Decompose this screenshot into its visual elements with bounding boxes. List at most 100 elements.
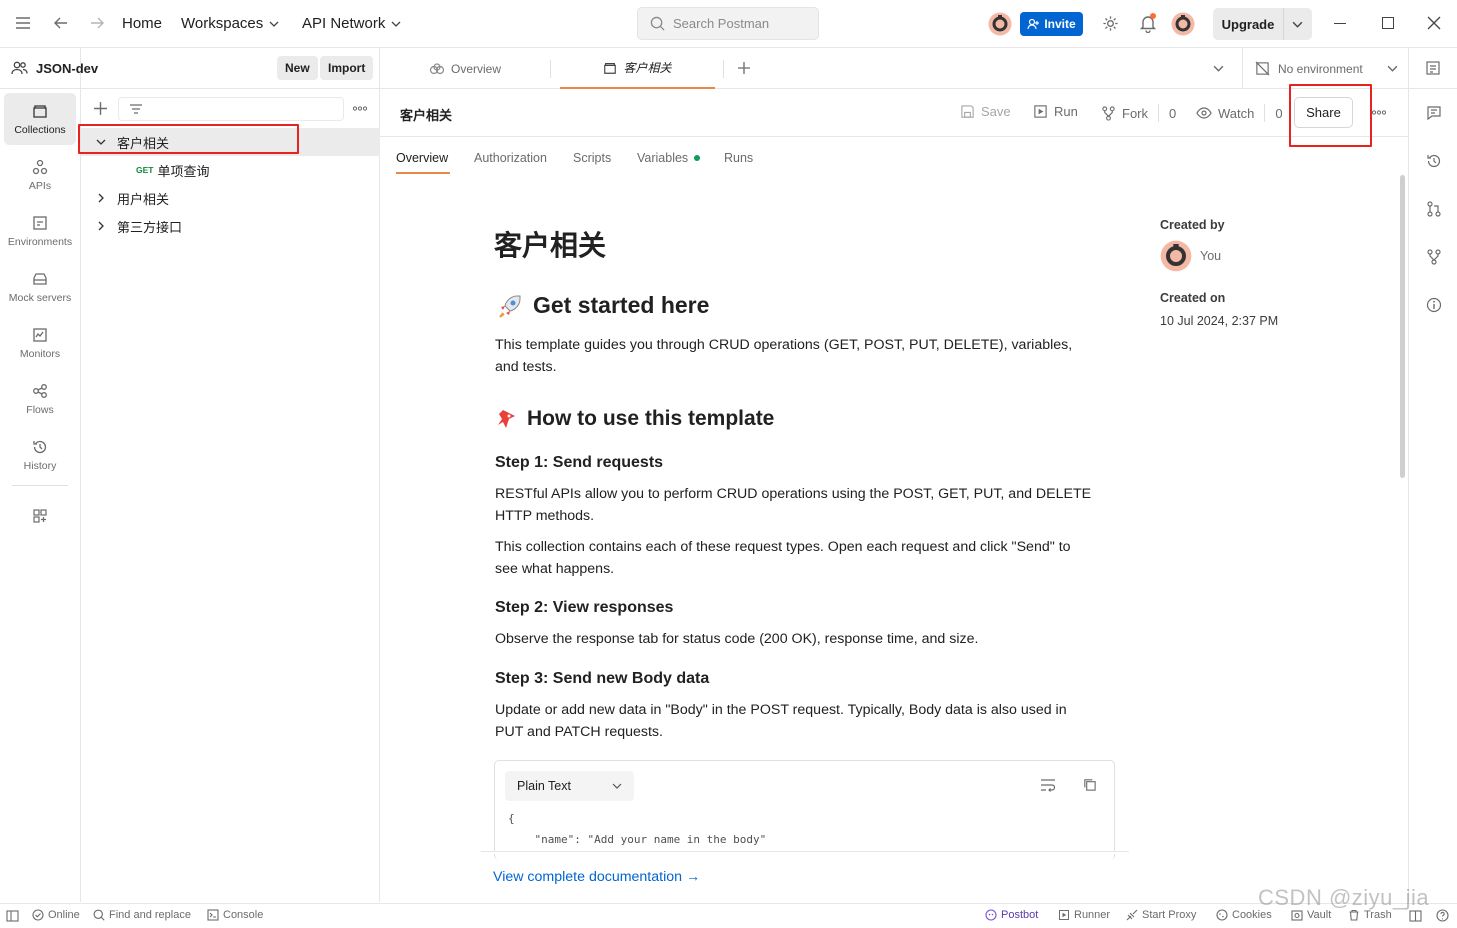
fork-button[interactable]: Fork 0: [1101, 104, 1176, 122]
notifications-bell-icon[interactable]: [1139, 13, 1157, 33]
chevron-down-icon[interactable]: [1292, 19, 1303, 30]
code-language-select[interactable]: Plain Text: [505, 771, 634, 801]
watermark: CSDN @ziyu_jia: [1258, 885, 1430, 910]
environments-icon: [33, 215, 47, 230]
filter-input[interactable]: [118, 97, 344, 121]
created-by-name: You: [1200, 249, 1222, 263]
rail-item-mock-servers[interactable]: Mock servers: [4, 261, 76, 313]
workspaces-menu[interactable]: Workspaces: [181, 15, 279, 32]
start-proxy-button[interactable]: Start Proxy: [1126, 909, 1196, 921]
watch-button[interactable]: Watch 0: [1196, 104, 1283, 122]
rail-label: Flows: [26, 403, 54, 416]
postbot-button[interactable]: Postbot: [985, 909, 1038, 921]
tab-divider: [550, 60, 551, 78]
environment-quick-look-icon[interactable]: [1425, 60, 1441, 76]
collection-icon: [604, 62, 617, 74]
rail-item-monitors[interactable]: Monitors: [4, 317, 76, 369]
subtab-scripts[interactable]: Scripts: [573, 151, 611, 165]
collection-meta: Created by You Created on 10 Jul 2024, 2…: [1160, 218, 1390, 328]
cookie-icon: [1216, 909, 1228, 921]
subtab-overview[interactable]: Overview: [396, 151, 448, 165]
close-icon[interactable]: [1427, 16, 1441, 30]
environment-select[interactable]: No environment: [1255, 48, 1398, 89]
more-actions-icon[interactable]: [1372, 110, 1386, 115]
subtab-authorization[interactable]: Authorization: [474, 151, 547, 165]
forward-arrow-icon[interactable]: [89, 15, 105, 31]
rail-item-collections[interactable]: Collections: [4, 93, 76, 145]
maximize-icon[interactable]: [1382, 17, 1394, 29]
search-input[interactable]: Search Postman: [637, 7, 819, 40]
view-documentation-link[interactable]: View complete documentation →: [493, 869, 700, 885]
step1-heading: Step 1: Send requests: [495, 454, 664, 471]
minimize-icon[interactable]: [1334, 23, 1346, 24]
rail-divider: [12, 485, 68, 486]
online-label: Online: [48, 909, 80, 921]
get-started-heading: Get started here: [497, 292, 709, 319]
user-avatar[interactable]: [1171, 12, 1195, 36]
tab-collection[interactable]: 客户相关: [560, 48, 715, 89]
save-button[interactable]: Save: [960, 104, 1011, 119]
variables-status-dot: [694, 155, 701, 161]
tab-label: Overview: [450, 61, 501, 76]
step3-paragraph-line2: PUT and PATCH requests.: [495, 724, 663, 740]
collection-header: 客户相关 Save Run Fork 0 Watch 0: [380, 89, 1408, 137]
tree-item-request[interactable]: GET 单项查询: [81, 156, 380, 184]
doc-title: 客户相关: [494, 230, 607, 261]
run-button[interactable]: Run: [1033, 104, 1078, 119]
run-icon: [1034, 105, 1047, 118]
invite-button[interactable]: Invite: [1020, 12, 1083, 36]
forks-icon[interactable]: [1426, 249, 1442, 265]
team-avatar[interactable]: [988, 12, 1012, 36]
save-label: Save: [981, 104, 1011, 119]
tree-item-folder[interactable]: 第三方接口: [81, 212, 380, 240]
search-icon: [93, 909, 105, 921]
rocket-icon: [499, 295, 521, 318]
back-arrow-icon[interactable]: [53, 15, 69, 31]
layout-toggle-icon[interactable]: [1409, 910, 1422, 922]
tree-item-folder[interactable]: 用户相关: [81, 184, 380, 212]
proxy-icon: [1126, 909, 1138, 921]
subtab-variables[interactable]: Variables: [637, 151, 701, 165]
rail-item-apis[interactable]: APIs: [4, 149, 76, 201]
menu-icon[interactable]: [15, 16, 31, 30]
find-replace-button[interactable]: Find and replace: [93, 909, 191, 921]
settings-gear-icon[interactable]: [1102, 15, 1119, 32]
configure-sidebar-icon[interactable]: [32, 508, 48, 524]
runner-label: Runner: [1074, 909, 1111, 921]
check-circle-icon: [32, 909, 44, 921]
fork-label: Fork: [1122, 105, 1148, 121]
rail-item-flows[interactable]: Flows: [4, 373, 76, 425]
pull-requests-icon[interactable]: [1426, 201, 1442, 217]
online-status[interactable]: Online: [32, 909, 80, 921]
left-rail: Collections APIs Environments Mock serve…: [0, 48, 81, 902]
step3-heading: Step 3: Send new Body data: [495, 670, 710, 687]
copy-icon[interactable]: [1082, 777, 1097, 792]
code-block: Plain Text { "name": "Add your name in t…: [494, 760, 1115, 860]
rail-item-history[interactable]: History: [4, 429, 76, 481]
tab-overview[interactable]: Overview: [380, 48, 550, 89]
rail-item-environments[interactable]: Environments: [4, 205, 76, 257]
documentation-icon[interactable]: [1426, 105, 1442, 121]
step2-heading: Step 2: View responses: [495, 599, 674, 616]
add-collection-icon[interactable]: [93, 101, 108, 116]
add-user-icon: [1027, 18, 1040, 30]
more-options-icon[interactable]: [353, 106, 367, 111]
content-scrollbar[interactable]: [1400, 175, 1405, 478]
subtab-runs[interactable]: Runs: [724, 151, 753, 165]
upgrade-button[interactable]: Upgrade: [1213, 8, 1312, 40]
postbot-icon: [985, 909, 997, 921]
method-badge: GET: [136, 165, 154, 175]
info-icon[interactable]: [1426, 297, 1442, 313]
help-icon[interactable]: [1436, 909, 1449, 922]
api-network-menu[interactable]: API Network: [302, 15, 401, 32]
console-button[interactable]: Console: [207, 909, 263, 921]
tabs-dropdown-icon[interactable]: [1213, 63, 1224, 74]
wrap-lines-icon[interactable]: [1040, 778, 1056, 792]
changelog-icon[interactable]: [1426, 153, 1442, 169]
toggle-sidebar-icon[interactable]: [6, 910, 19, 922]
tab-divider: [1408, 48, 1409, 89]
runner-button[interactable]: Runner: [1058, 909, 1110, 921]
home-link[interactable]: Home: [122, 15, 162, 32]
history-icon: [33, 440, 47, 453]
new-tab-icon[interactable]: [737, 61, 751, 75]
